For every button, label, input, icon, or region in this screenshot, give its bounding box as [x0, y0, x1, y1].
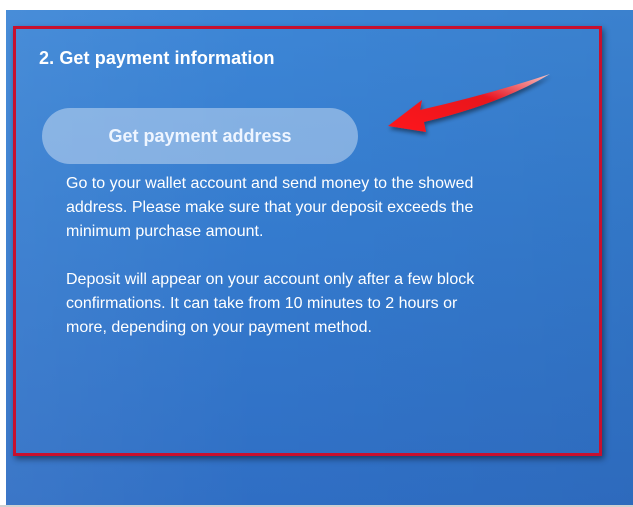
instruction-paragraph: Deposit will appear on your account only… [66, 271, 475, 336]
section-heading: 2. Get payment information [39, 48, 275, 68]
instruction-paragraph: Go to your wallet account and send money… [66, 175, 474, 240]
screenshot: 2. Get payment information Get payment a… [0, 0, 633, 507]
instructions: Go to your wallet account and send money… [66, 172, 626, 340]
get-payment-address-button[interactable]: Get payment address [42, 108, 358, 164]
